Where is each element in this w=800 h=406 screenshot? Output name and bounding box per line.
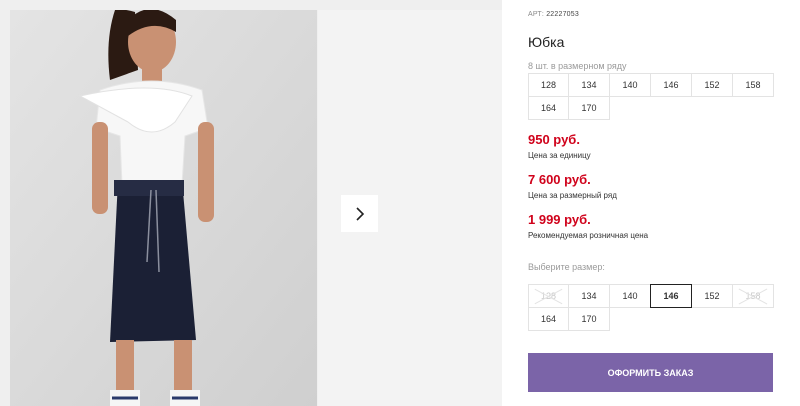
- set-price-label: Цена за размерный ряд: [528, 191, 617, 200]
- retail-price: 1 999 руб.: [528, 212, 591, 227]
- retail-price-label: Рекомендуемая розничная цена: [528, 231, 649, 240]
- order-button[interactable]: ОФОРМИТЬ ЗАКАЗ: [528, 353, 773, 392]
- size-option-158: 158: [732, 284, 774, 308]
- size-row-grid: 128 134 140 146 152 158 164 170: [528, 73, 774, 120]
- unit-price: 950 руб.: [528, 132, 580, 147]
- size-option-146[interactable]: 146: [650, 284, 692, 308]
- article-number: АРТ: 22227053: [528, 11, 579, 18]
- article-label: АРТ:: [528, 11, 545, 18]
- set-price: 7 600 руб.: [528, 172, 591, 187]
- chevron-right-icon: [355, 206, 364, 221]
- size-option-134[interactable]: 134: [568, 284, 610, 308]
- size-option-152[interactable]: 152: [691, 284, 733, 308]
- size-row-cell: 152: [691, 73, 733, 97]
- size-row-cell: 158: [732, 73, 774, 97]
- size-row-cell: 146: [650, 73, 692, 97]
- size-select-grid: 128 134 140 146 152 158 164 170: [528, 284, 774, 331]
- next-image-button[interactable]: [341, 195, 378, 232]
- set-info: 8 шт. в размерном ряду: [528, 61, 627, 71]
- size-option-128: 128: [528, 284, 569, 308]
- girl-in-skirt-image: [10, 10, 317, 406]
- product-photo[interactable]: [10, 10, 317, 406]
- product-info-panel: АРТ: 22227053 Юбка 8 шт. в размерном ряд…: [528, 0, 788, 406]
- size-row-cell: 170: [568, 96, 610, 120]
- unit-price-label: Цена за единицу: [528, 151, 591, 160]
- size-option-170[interactable]: 170: [568, 307, 610, 331]
- choose-size-label: Выберите размер:: [528, 262, 605, 272]
- size-row-cell: 128: [528, 73, 569, 97]
- size-row-cell: 134: [568, 73, 610, 97]
- product-gallery: [0, 0, 502, 406]
- size-option-164[interactable]: 164: [528, 307, 569, 331]
- article-value: 22227053: [546, 11, 579, 18]
- size-option-140[interactable]: 140: [609, 284, 651, 308]
- size-row-cell: 140: [609, 73, 651, 97]
- size-row-cell: 164: [528, 96, 569, 120]
- product-title: Юбка: [528, 34, 565, 50]
